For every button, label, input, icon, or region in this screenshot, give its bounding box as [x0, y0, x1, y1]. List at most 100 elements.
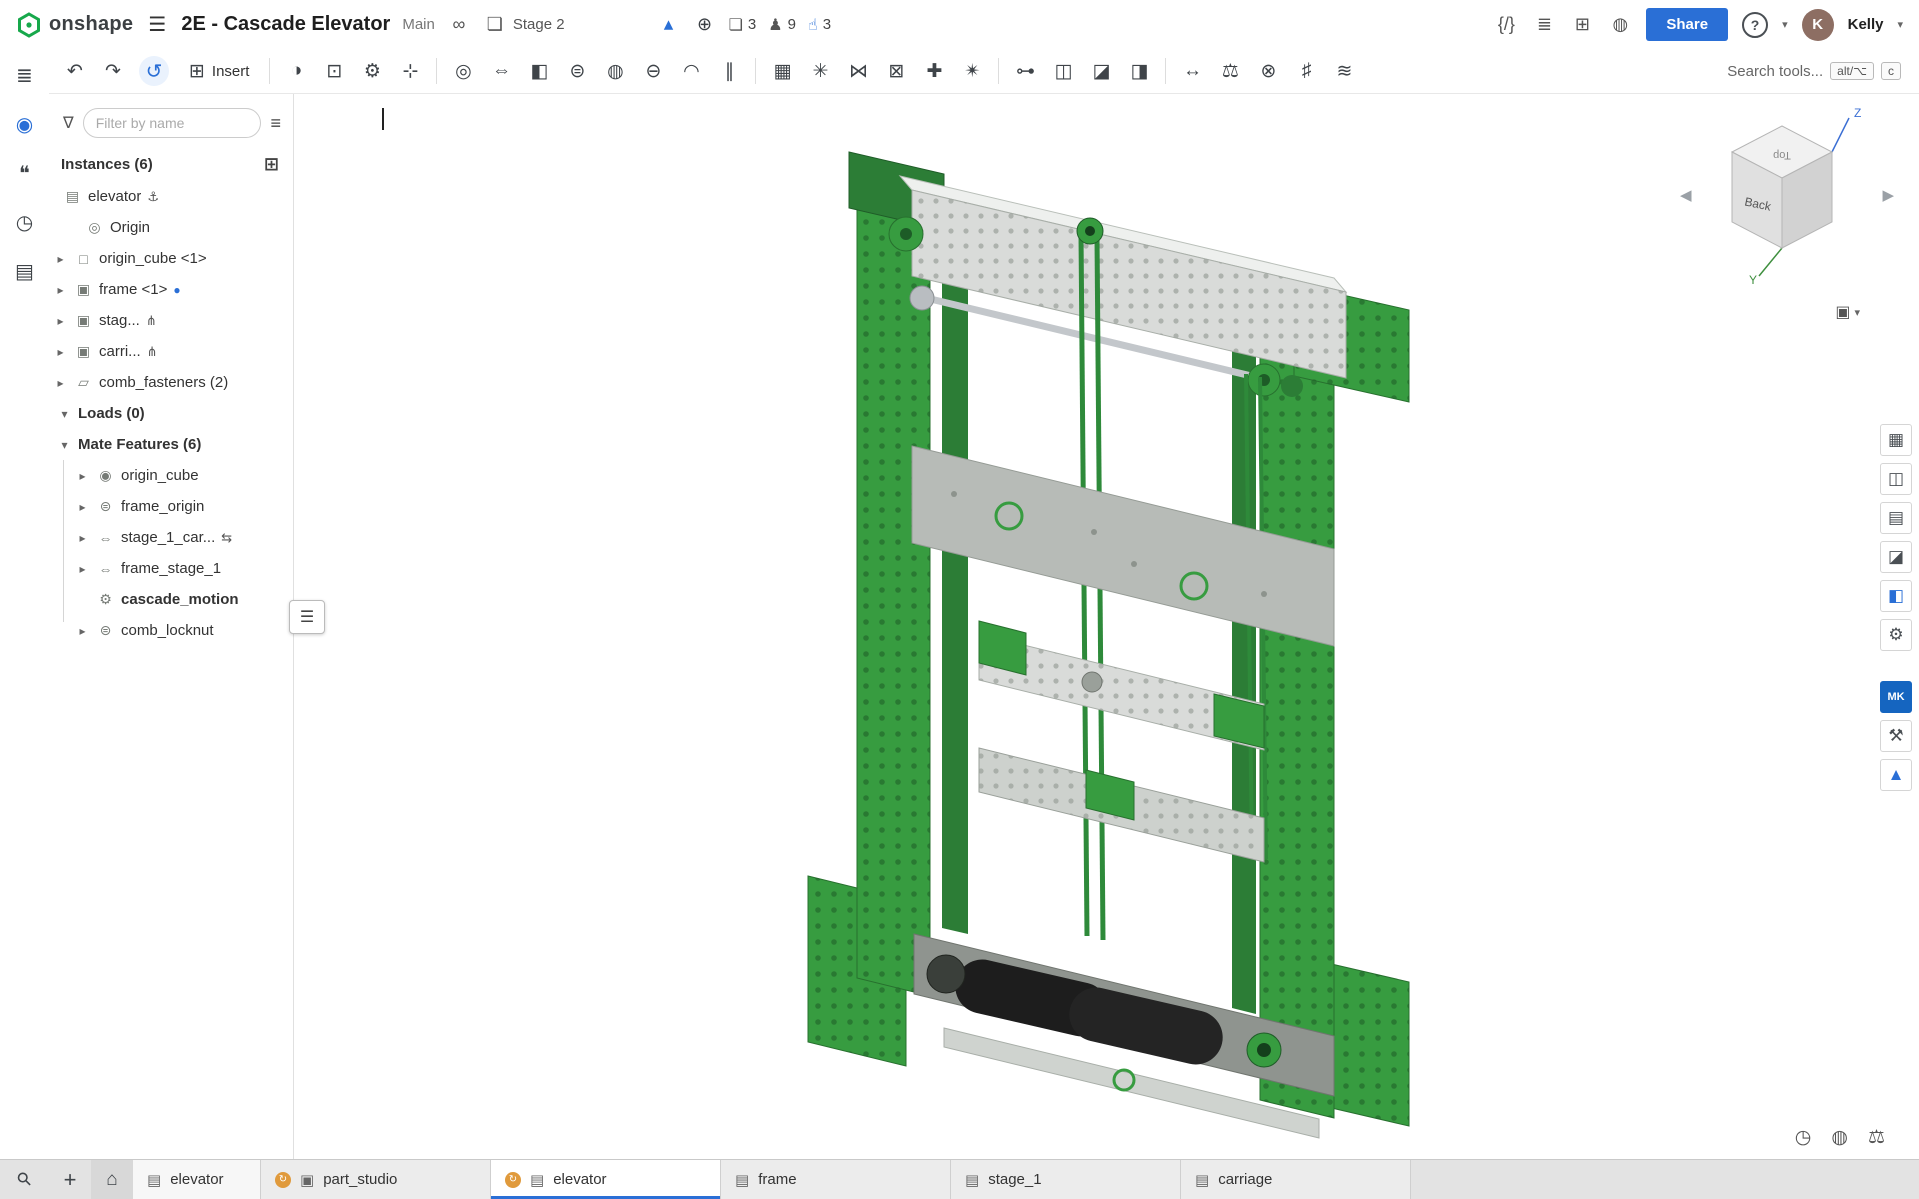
- configuration-panel-button[interactable]: ⚙: [1880, 619, 1912, 651]
- tree-item-elevator[interactable]: ▤ elevator ⚓: [49, 181, 293, 212]
- bom-panel-button[interactable]: ▦: [1880, 424, 1912, 456]
- toolbox-app-button[interactable]: ⚒: [1880, 720, 1912, 752]
- onshape-logo[interactable]: onshape: [16, 12, 133, 38]
- revolute-mate-tool-button[interactable]: ◎: [445, 54, 481, 88]
- history-panel-icon[interactable]: ◷: [16, 210, 33, 235]
- explode-tool-button[interactable]: ✴: [954, 54, 990, 88]
- measure-tool-button[interactable]: ↔: [1174, 54, 1210, 88]
- ball-mate-tool-button[interactable]: ◍: [597, 54, 633, 88]
- expand-caret-icon[interactable]: ▸: [53, 345, 68, 359]
- tree-item-stage[interactable]: ▸ ▣ stag... ⋔: [49, 305, 293, 336]
- view-cube-menu-button[interactable]: ▣ ▾: [1835, 302, 1860, 322]
- list-options-icon[interactable]: ≡: [270, 113, 281, 134]
- properties-panel-icon[interactable]: ▤: [15, 259, 34, 284]
- search-tabs-button[interactable]: ⚲: [0, 1160, 49, 1199]
- tree-item-carriage[interactable]: ▸ ▣ carri... ⋔: [49, 336, 293, 367]
- rotate-right-arrow-icon[interactable]: ▶: [1882, 186, 1894, 204]
- expand-caret-icon[interactable]: ▸: [53, 314, 68, 328]
- insert-instance-icon[interactable]: ⊞: [264, 154, 279, 175]
- redo-button[interactable]: ↷: [95, 54, 131, 88]
- home-tab-button[interactable]: ⌂: [91, 1160, 133, 1199]
- snapshot-tool-button[interactable]: ⊶: [1007, 54, 1043, 88]
- assembly-3d-model[interactable]: [794, 134, 1434, 1144]
- folder-breadcrumb[interactable]: ❏ Stage 2: [483, 14, 565, 35]
- filter-icon[interactable]: ∇: [63, 113, 74, 133]
- simulation-tool-button[interactable]: ≋: [1326, 54, 1362, 88]
- mkcad-app-button[interactable]: MK: [1880, 681, 1912, 713]
- replicate-tool-button[interactable]: ⊠: [878, 54, 914, 88]
- add-tab-button[interactable]: +: [49, 1160, 91, 1199]
- tab-part-studio[interactable]: ↻ ▣ part_studio: [261, 1160, 491, 1199]
- mate-tool-button[interactable]: ◑: [278, 54, 314, 88]
- planar-mate-tool-button[interactable]: ◧: [521, 54, 557, 88]
- slider-mate-tool-button[interactable]: ⇔: [483, 54, 519, 88]
- help-button[interactable]: ?: [1742, 12, 1768, 38]
- mate-item-comb-locknut[interactable]: ▸ ⊜ comb_locknut: [49, 615, 293, 646]
- selection-panel-button[interactable]: ◧: [1880, 580, 1912, 612]
- tab-frame[interactable]: ▤ frame: [721, 1160, 951, 1199]
- cylindrical-mate-tool-button[interactable]: ⊜: [559, 54, 595, 88]
- tab-elevator-assembly-active[interactable]: ↻ ▤ elevator: [491, 1160, 721, 1199]
- search-tools[interactable]: Search tools... alt/⌥ c: [1727, 62, 1911, 80]
- linear-pattern-tool-button[interactable]: ▦: [764, 54, 800, 88]
- tree-item-frame[interactable]: ▸ ▣ frame <1> ●: [49, 274, 293, 305]
- featurescript-icon[interactable]: {/}: [1494, 14, 1518, 35]
- expand-caret-icon[interactable]: ▸: [75, 531, 90, 545]
- display-states-tool-button[interactable]: ◫: [1045, 54, 1081, 88]
- tangent-mate-tool-button[interactable]: ◠: [673, 54, 709, 88]
- share-button[interactable]: Share: [1646, 8, 1728, 41]
- view-cube[interactable]: Top Back Z Y: [1707, 104, 1867, 294]
- structure-panel-icon[interactable]: ≣: [16, 63, 33, 88]
- frame-tool-button[interactable]: ♯: [1288, 54, 1324, 88]
- transform-tool-button[interactable]: ✚: [916, 54, 952, 88]
- filter-input[interactable]: [83, 108, 262, 138]
- expand-caret-icon[interactable]: ▸: [53, 376, 68, 390]
- parts-panel-button[interactable]: ▤: [1880, 502, 1912, 534]
- comments-panel-icon[interactable]: ❝: [19, 161, 30, 186]
- mate-item-frame-stage-1[interactable]: ▸ ⇔ frame_stage_1: [49, 553, 293, 584]
- mirror-tool-button[interactable]: ⋈: [840, 54, 876, 88]
- measure-scale-icon[interactable]: ⚖: [1868, 1126, 1885, 1149]
- notifications-icon[interactable]: ≣: [1532, 14, 1556, 35]
- learning-center-icon[interactable]: ▴: [657, 13, 681, 36]
- undo-button[interactable]: ↶: [57, 54, 93, 88]
- expand-caret-icon[interactable]: ▸: [75, 500, 90, 514]
- tab-elevator-folder[interactable]: ▤ elevator: [133, 1160, 261, 1199]
- expand-caret-icon[interactable]: ▸: [75, 624, 90, 638]
- mate-features-section-header[interactable]: ▾ Mate Features (6): [49, 429, 293, 460]
- mate-item-origin-cube[interactable]: ▸ ◉ origin_cube: [49, 460, 293, 491]
- tree-popout-button[interactable]: ☰: [289, 600, 325, 634]
- orbit-mode-button[interactable]: ↺: [139, 56, 169, 86]
- help-caret-icon[interactable]: ▾: [1782, 18, 1788, 31]
- expand-caret-icon[interactable]: ▸: [53, 283, 68, 297]
- section-panel-button[interactable]: ◪: [1880, 541, 1912, 573]
- performance-icon[interactable]: ◷: [1795, 1126, 1812, 1149]
- user-name[interactable]: Kelly: [1848, 16, 1884, 33]
- rotate-left-arrow-icon[interactable]: ◀: [1680, 186, 1692, 204]
- expand-caret-icon[interactable]: ▸: [75, 562, 90, 576]
- mate-connector-tool-button[interactable]: ⊹: [392, 54, 428, 88]
- parallel-mate-tool-button[interactable]: ∥: [711, 54, 747, 88]
- insert-button[interactable]: ⊞ Insert: [177, 54, 261, 88]
- network-icon[interactable]: ◍: [1831, 1126, 1848, 1149]
- likes-stat[interactable]: ☝ 3: [808, 15, 831, 35]
- circular-pattern-tool-button[interactable]: ✳: [802, 54, 838, 88]
- mass-properties-tool-button[interactable]: ⚖: [1212, 54, 1248, 88]
- graphics-viewport[interactable]: ◀ ▶ Top Back Z Y: [294, 94, 1919, 1159]
- loads-section-header[interactable]: ▾ Loads (0): [49, 398, 293, 429]
- apps-grid-icon[interactable]: ⊞: [1570, 14, 1594, 35]
- mate-item-stage-1-carriage[interactable]: ▸ ⇔ stage_1_car... ⇆: [49, 522, 293, 553]
- user-menu-caret-icon[interactable]: ▾: [1897, 18, 1903, 31]
- expand-caret-icon[interactable]: ▸: [75, 469, 90, 483]
- mate-item-cascade-motion[interactable]: ⚙ cascade_motion: [49, 584, 293, 615]
- user-avatar[interactable]: K: [1802, 9, 1834, 41]
- expand-caret-icon[interactable]: ▸: [53, 252, 68, 266]
- tree-item-origin-cube[interactable]: ▸ □ origin_cube <1>: [49, 243, 293, 274]
- tab-stage-1[interactable]: ▤ stage_1: [951, 1160, 1181, 1199]
- tab-carriage[interactable]: ▤ carriage: [1181, 1160, 1411, 1199]
- appearance-tool-button[interactable]: ◨: [1121, 54, 1157, 88]
- group-tool-button[interactable]: ⊡: [316, 54, 352, 88]
- tree-item-comb-fasteners[interactable]: ▸ ▱ comb_fasteners (2): [49, 367, 293, 398]
- follow-mode-icon[interactable]: ◉: [16, 112, 33, 137]
- community-icon[interactable]: ◍: [1608, 14, 1632, 35]
